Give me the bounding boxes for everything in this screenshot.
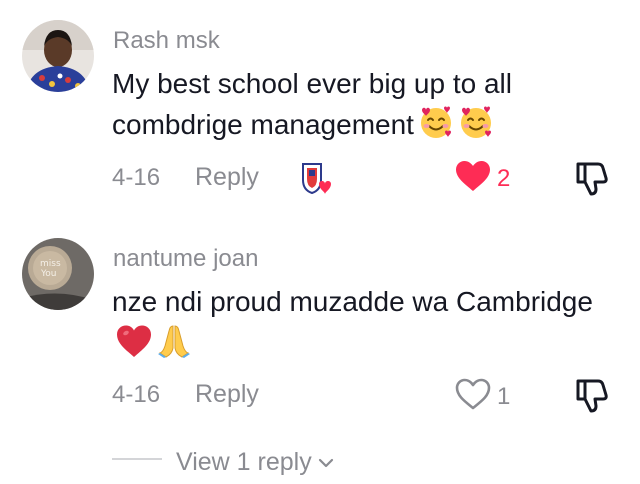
dislike-button[interactable] <box>572 375 612 415</box>
avatar[interactable]: miss You <box>22 238 94 310</box>
creator-liked-badge-icon <box>297 158 337 198</box>
red-heart-icon <box>116 324 152 358</box>
smiling-face-with-hearts-icon <box>418 104 454 140</box>
folded-hands-icon <box>156 322 192 358</box>
reply-button[interactable]: Reply <box>195 380 259 408</box>
comment-text: nze ndi proud muzadde wa Cambridge <box>112 282 612 363</box>
avatar[interactable] <box>22 20 94 92</box>
svg-text:miss: miss <box>40 259 61 269</box>
like-count: 1 <box>497 382 511 410</box>
comment-date: 4-16 <box>112 164 161 191</box>
heart-outline-icon <box>455 378 491 415</box>
view-replies-label: View 1 reply <box>176 448 312 476</box>
chevron-down-icon <box>318 445 334 475</box>
smiling-face-with-hearts-icon <box>458 104 494 140</box>
comment-text: My best school ever big up to all combdr… <box>112 64 612 145</box>
comment-username[interactable]: nantume joan <box>113 245 258 273</box>
like-button[interactable]: 1 <box>455 378 510 415</box>
replies-divider <box>112 458 162 460</box>
thumbs-down-icon <box>572 379 612 419</box>
svg-text:You: You <box>40 269 57 279</box>
comment-text-body: nze ndi proud muzadde wa Cambridge <box>112 286 593 317</box>
heart-filled-icon <box>455 160 491 197</box>
like-button[interactable]: 2 <box>455 160 510 197</box>
thumbs-down-icon <box>572 162 612 202</box>
comment-username[interactable]: Rash msk <box>113 27 220 55</box>
comment-date: 4-16 <box>112 381 161 408</box>
reply-button[interactable]: Reply <box>195 163 259 191</box>
view-replies-button[interactable]: View 1 reply <box>176 445 334 477</box>
like-count: 2 <box>497 164 511 192</box>
dislike-button[interactable] <box>572 158 612 198</box>
